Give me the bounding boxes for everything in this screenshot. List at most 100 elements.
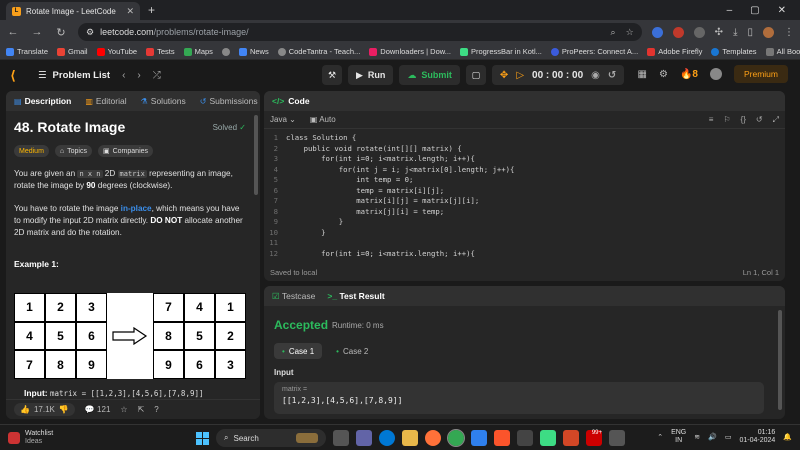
code-editor[interactable]: 1 class Solution {2 public void rotate(in…	[264, 133, 785, 259]
android-studio-icon[interactable]	[540, 430, 556, 446]
extension-icon[interactable]	[672, 26, 684, 38]
bookmark-gmail[interactable]: Gmail	[57, 47, 88, 56]
tray-expand-icon[interactable]: ⌃	[657, 433, 663, 441]
next-problem-icon[interactable]: ›	[137, 70, 140, 81]
code-line[interactable]: 10 }	[264, 228, 785, 239]
streak-counter[interactable]: 🔥8	[680, 69, 698, 80]
code-line[interactable]: 3 for(int i=0; i<matrix.length; i++){	[264, 154, 785, 165]
file-explorer-icon[interactable]	[402, 430, 418, 446]
bookmark-progressbar[interactable]: ProgressBar in Kotl...	[460, 47, 542, 56]
bookmark-adobe-firefly[interactable]: Adobe Firefly	[647, 47, 702, 56]
problem-title[interactable]: 48. Rotate Image	[14, 119, 125, 135]
share-icon[interactable]: ⇱	[138, 405, 145, 414]
premium-button[interactable]: Premium	[733, 65, 788, 83]
case-2-tab[interactable]: • Case 2	[328, 343, 376, 359]
bookmark-news[interactable]: News	[238, 47, 269, 56]
test-scrollbar[interactable]	[778, 310, 782, 410]
browser-tab[interactable]: L Rotate Image - LeetCode ✕	[6, 2, 140, 20]
star-bookmark-icon[interactable]: ☆	[626, 27, 634, 38]
clock[interactable]: 01:16 01-04-2024	[739, 429, 775, 445]
teams-icon[interactable]	[356, 430, 372, 446]
close-window-icon[interactable]: ✕	[778, 5, 786, 16]
tab-description[interactable]: ▤ Description	[14, 96, 71, 106]
chrome-icon[interactable]	[447, 429, 465, 447]
windows-start-icon[interactable]	[196, 431, 209, 445]
chrome-menu-icon[interactable]: ⋮	[784, 27, 794, 38]
close-tab-icon[interactable]: ✕	[126, 6, 134, 17]
tab-editorial[interactable]: ▥ Editorial	[85, 96, 126, 106]
help-icon[interactable]: ?	[154, 405, 158, 414]
back-icon[interactable]: ←	[6, 26, 20, 38]
minimize-icon[interactable]: –	[727, 5, 733, 16]
bookmark-codetantra[interactable]: CodeTantra - Teach...	[277, 47, 360, 56]
store-icon[interactable]	[517, 430, 533, 446]
vscode-icon[interactable]	[471, 430, 487, 446]
run-button[interactable]: ▶ Run	[348, 65, 394, 85]
code-line[interactable]: 8 matrix[j][i] = temp;	[264, 207, 785, 218]
shuffle-icon[interactable]: ⤮	[153, 70, 161, 81]
volume-icon[interactable]: 🔊	[708, 433, 717, 441]
taskbar-search[interactable]: ⌕ Search	[216, 429, 326, 447]
tab-submissions[interactable]: ↺ Submissions	[200, 96, 258, 106]
url-input[interactable]: ⚙ leetcode.com/problems/rotate-image/ ⌕ …	[78, 23, 642, 41]
code-line[interactable]: 9 }	[264, 217, 785, 228]
bookmark-youtube[interactable]: YouTube	[96, 47, 137, 56]
profile-avatar[interactable]	[763, 26, 774, 38]
widgets-button[interactable]: Watchlist Ideas	[8, 430, 53, 446]
problem-list-button[interactable]: ☰ Problem List	[38, 70, 110, 81]
tab-solutions[interactable]: ⚗ Solutions	[141, 96, 186, 106]
sidepanel-icon[interactable]: ▯	[747, 27, 753, 38]
thumbs-down-icon[interactable]: 👎	[59, 405, 69, 414]
reset-timer-icon[interactable]: ↺	[608, 70, 616, 81]
powerpoint-icon[interactable]	[563, 430, 579, 446]
site-info-icon[interactable]: ⚙	[86, 27, 94, 38]
favorite-star-icon[interactable]: ☆	[120, 405, 127, 414]
case-1-tab[interactable]: • Case 1	[274, 343, 323, 359]
reset-icon[interactable]: ↺	[756, 115, 763, 125]
leetcode-logo-icon[interactable]: ⟨	[10, 68, 24, 83]
topics-tag[interactable]: ⌂ Topics	[54, 145, 92, 157]
bookmark-globe[interactable]	[221, 47, 230, 56]
code-line[interactable]: 7 matrix[i][j] = matrix[j][i];	[264, 196, 785, 207]
forward-icon[interactable]: →	[30, 26, 44, 38]
extension-icon[interactable]	[651, 26, 663, 38]
extensions-puzzle-icon[interactable]: ✣	[715, 27, 723, 38]
code-line[interactable]: 5 int temp = 0;	[264, 175, 785, 186]
layout-icon[interactable]: ▦	[638, 69, 647, 80]
code-line[interactable]: 12 for(int i=0; i<matrix.length; i++){	[264, 249, 785, 260]
like-dislike-group[interactable]: 👍 17.1K 👎	[14, 403, 75, 416]
timer-widget[interactable]: ✥ ▷ 00 : 00 : 00 ◉ ↺	[491, 65, 625, 85]
all-bookmarks[interactable]: All Bookmarks	[765, 47, 800, 56]
prev-problem-icon[interactable]: ‹	[122, 70, 125, 81]
user-avatar[interactable]	[709, 68, 722, 80]
extension-icon[interactable]	[693, 26, 705, 38]
code-line[interactable]: 1 class Solution {	[264, 133, 785, 144]
tab-test-result[interactable]: >_ Test Result	[327, 291, 384, 301]
align-icon[interactable]: ≡	[709, 115, 714, 125]
brave-icon[interactable]	[494, 430, 510, 446]
thumbs-up-icon[interactable]: 👍	[20, 405, 30, 414]
in-place-link[interactable]: in-place	[121, 204, 152, 213]
braces-icon[interactable]: {}	[741, 115, 746, 125]
comments-button[interactable]: 💬 121	[85, 405, 111, 414]
submit-button[interactable]: ☁ Submit	[399, 65, 460, 85]
download-icon[interactable]: ⤓	[733, 27, 737, 38]
bookmark-templates[interactable]: Templates	[711, 47, 757, 56]
timer-play-icon[interactable]: ▷	[516, 70, 524, 81]
reload-icon[interactable]: ↻	[54, 26, 68, 39]
zoom-icon[interactable]: ⌕	[611, 27, 616, 38]
drag-handle-icon[interactable]: ✥	[500, 70, 508, 81]
description-scrollbar[interactable]	[254, 115, 258, 195]
companies-tag[interactable]: ▣ Companies	[97, 145, 154, 157]
bookmark-propeers[interactable]: ProPeers: Connect A...	[550, 47, 638, 56]
settings-gear-icon[interactable]: ⚙	[659, 69, 668, 80]
debug-icon[interactable]: ⚒	[322, 65, 342, 85]
auto-mode-toggle[interactable]: ▣ Auto	[310, 115, 336, 124]
edge-icon[interactable]	[379, 430, 395, 446]
task-view-icon[interactable]	[333, 430, 349, 446]
battery-icon[interactable]: ▭	[725, 433, 732, 441]
code-line[interactable]: 11	[264, 238, 785, 249]
code-line[interactable]: 6 temp = matrix[i][j];	[264, 186, 785, 197]
language-select[interactable]: Java ⌄	[270, 115, 296, 124]
bookmark-translate[interactable]: Translate	[6, 47, 48, 56]
